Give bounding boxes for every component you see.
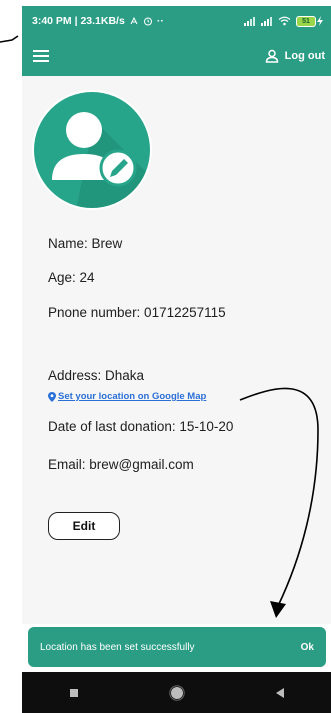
status-left: 3:40 PM | 23.1KB/s ··: [32, 15, 164, 27]
logout-button[interactable]: Log out: [265, 49, 325, 63]
status-more-dots: ··: [156, 15, 164, 27]
annotation-menu-line: [0, 35, 19, 43]
battery-icon: 51: [296, 15, 316, 27]
profile-phone: Pnone number: 01712257115: [48, 305, 226, 320]
profile-last-donation: Date of last donation: 15-10-20: [48, 419, 234, 434]
logout-label: Log out: [284, 50, 325, 62]
square-icon: [69, 688, 78, 697]
snackbar: Location has been set successfully Ok: [28, 627, 326, 667]
signal-icon-2: [261, 17, 272, 26]
person-icon: [265, 49, 278, 63]
battery-indicator: 51: [296, 15, 323, 27]
snackbar-ok-button[interactable]: Ok: [301, 642, 314, 653]
circle-icon: [168, 684, 185, 701]
set-location-label: Set your location on Google Map: [58, 391, 207, 402]
status-time-speed: 3:40 PM | 23.1KB/s: [32, 15, 125, 27]
back-button[interactable]: [265, 678, 295, 708]
edit-button[interactable]: Edit: [48, 512, 120, 540]
snackbar-message: Location has been set successfully: [40, 641, 195, 653]
status-right: 51: [244, 15, 323, 27]
set-location-link[interactable]: Set your location on Google Map: [48, 391, 206, 402]
notification-icon: [130, 16, 138, 25]
app-bar: Log out: [22, 36, 331, 76]
profile-email: Email: brew@gmail.com: [48, 457, 194, 472]
profile-name: Name: Brew: [48, 236, 123, 251]
status-bar: 3:40 PM | 23.1KB/s ·· 51: [22, 6, 331, 36]
navigation-bar: [22, 672, 331, 713]
home-button[interactable]: [162, 678, 192, 708]
user-edit-icon: [34, 92, 150, 208]
alarm-icon: [143, 17, 152, 26]
location-pin-icon: [48, 391, 56, 402]
profile-age: Age: 24: [48, 270, 95, 285]
screen: 3:40 PM | 23.1KB/s ·· 51 Log out Name: B…: [0, 0, 331, 713]
wifi-icon: [278, 16, 291, 26]
charging-icon: [317, 16, 323, 26]
menu-button[interactable]: [32, 47, 50, 65]
profile-content: Name: Brew Age: 24 Pnone number: 0171225…: [22, 76, 331, 624]
triangle-back-icon: [275, 687, 284, 698]
profile-address: Address: Dhaka: [48, 368, 145, 383]
avatar[interactable]: [32, 90, 152, 210]
recents-button[interactable]: [59, 678, 89, 708]
signal-icon-1: [244, 17, 255, 26]
hamburger-menu-icon: [33, 50, 49, 62]
